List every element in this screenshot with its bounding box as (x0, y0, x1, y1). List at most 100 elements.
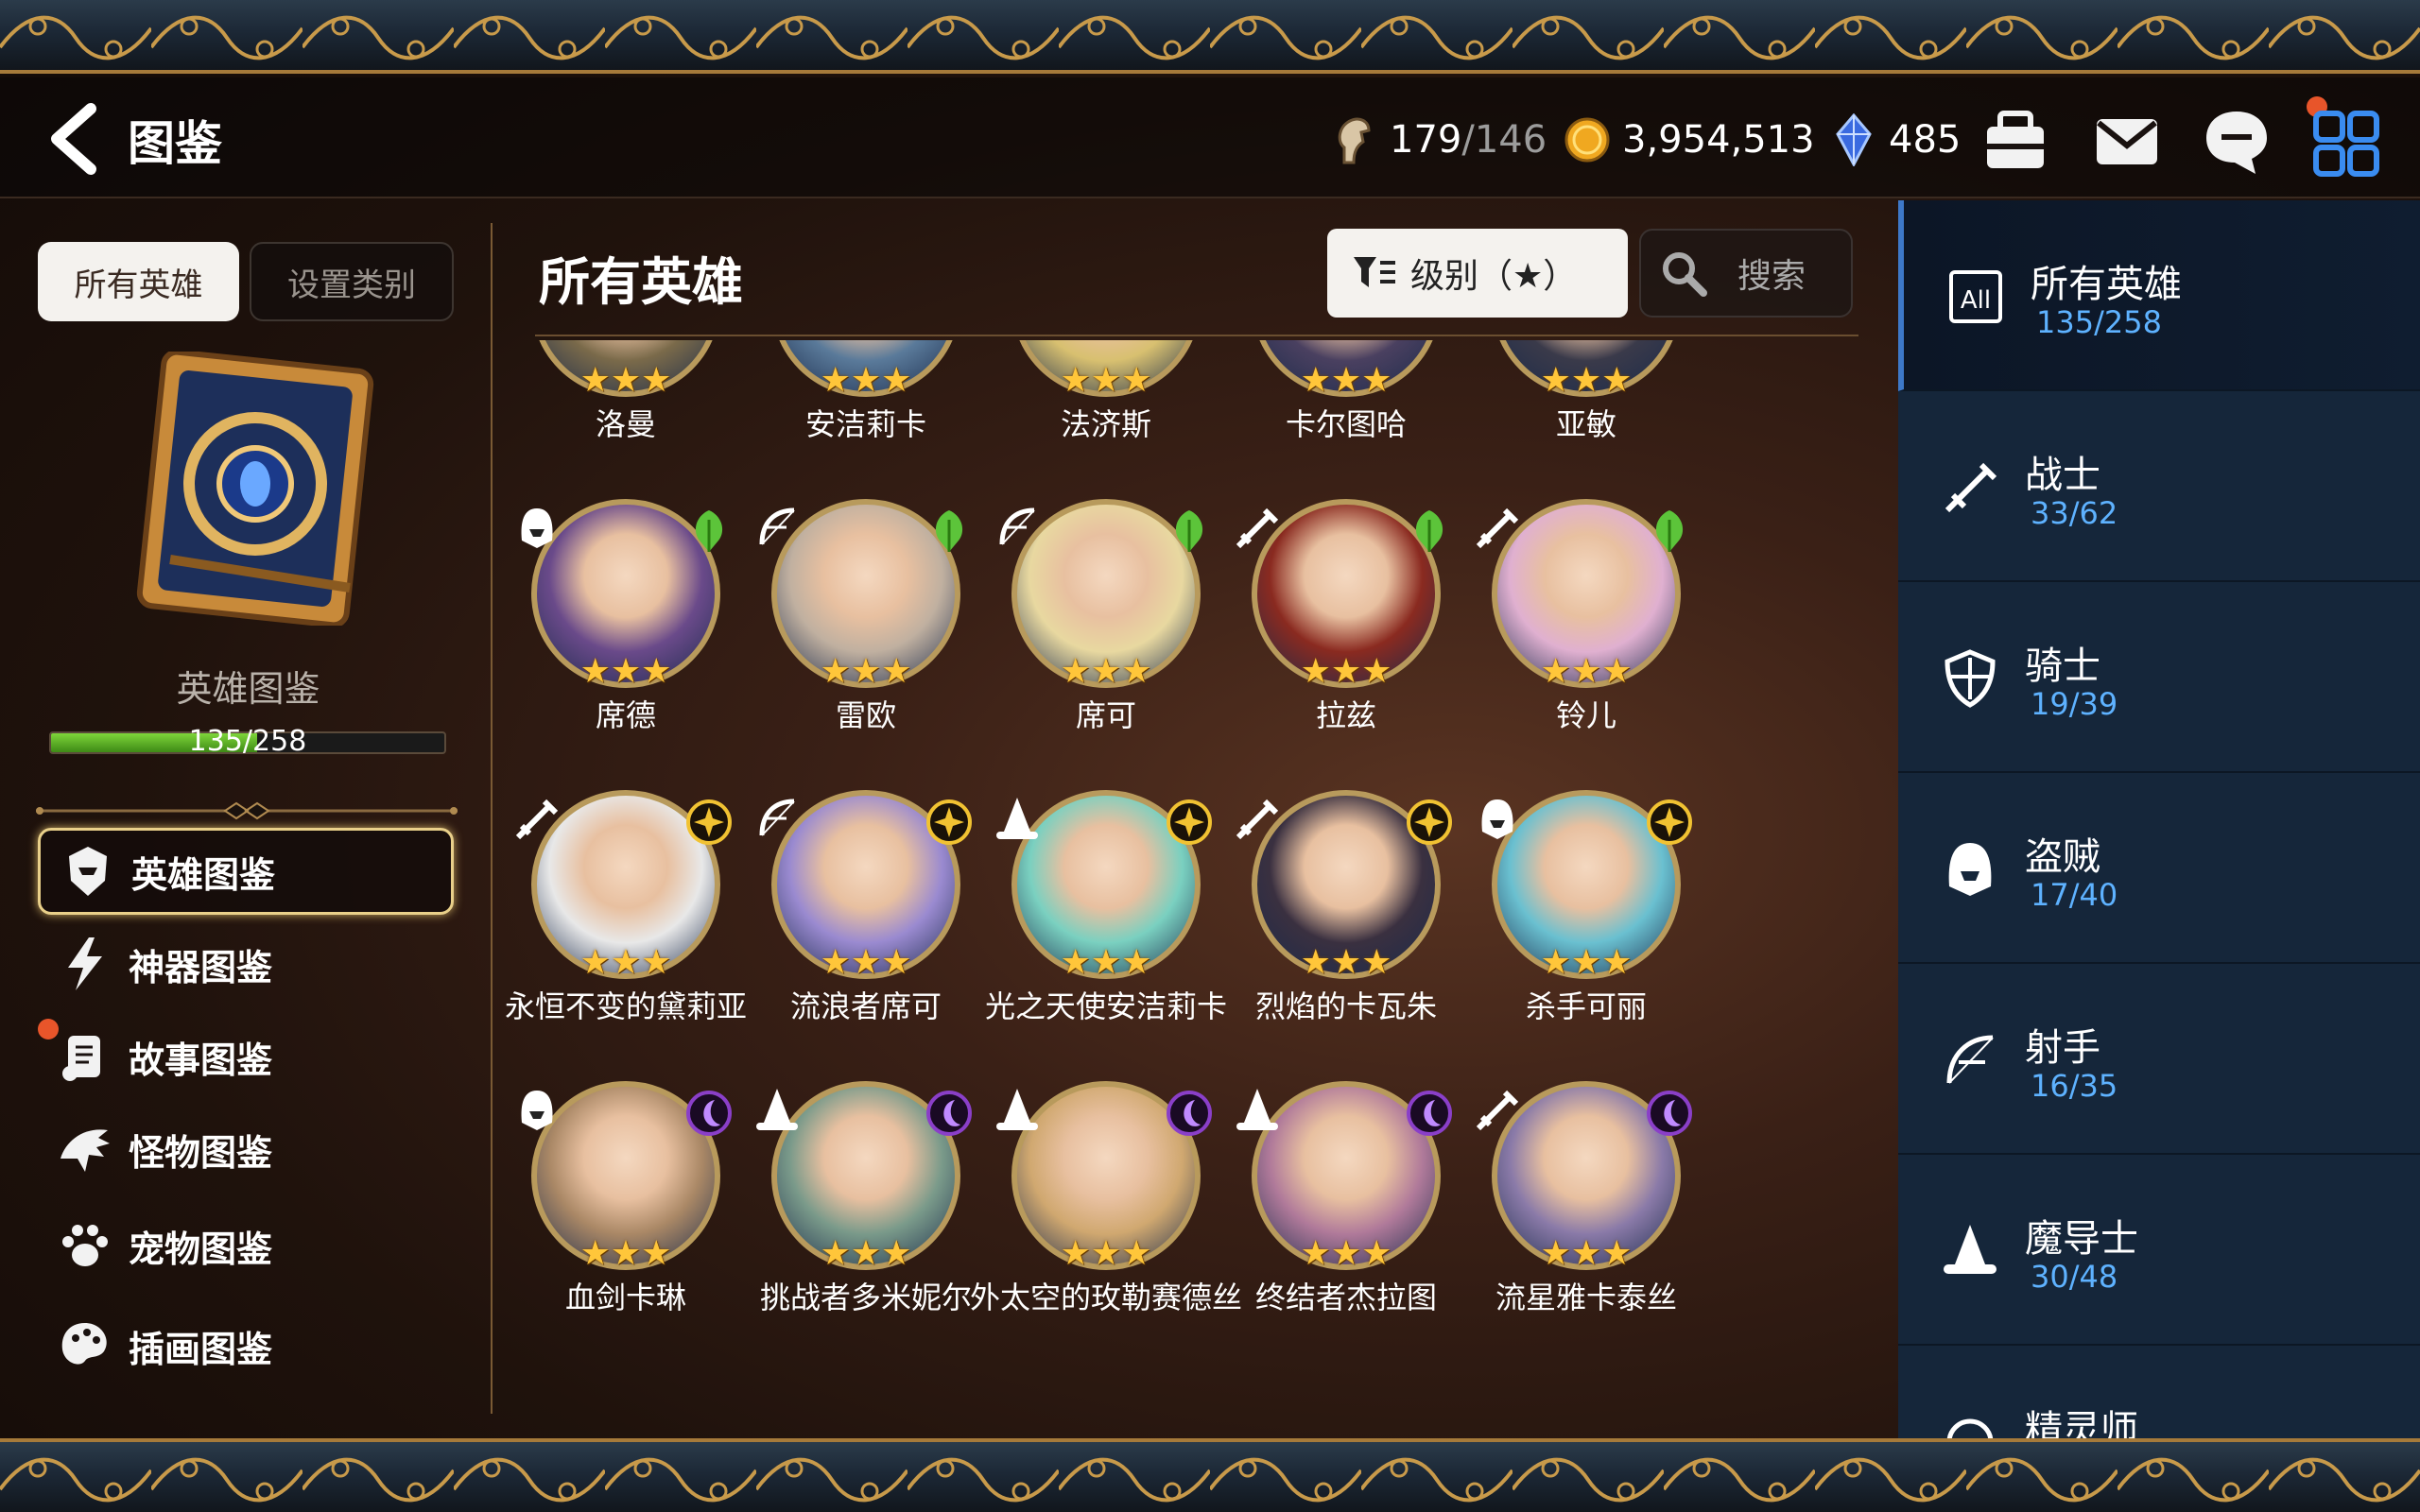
hero-card[interactable]: ★★★ 永恒不变的黛莉亚 (495, 790, 747, 1102)
sort-by-grade-button[interactable]: 级别（★） (1327, 229, 1628, 318)
hero-card[interactable]: ★★★ 流星雅卡泰丝 (1435, 1081, 1700, 1393)
earth-element-icon (1655, 510, 1684, 552)
thief-class-icon (521, 1091, 553, 1130)
hero-list-title: 所有英雄 (539, 252, 743, 312)
category-name: 魔导士 (2025, 1217, 2138, 1261)
category-name: 骑士 (2025, 644, 2100, 688)
hero-card[interactable]: ★★★ 雷欧 (715, 499, 979, 811)
chat-icon[interactable] (2201, 106, 2273, 178)
hero-card[interactable]: ★★★ 亚敏 (1435, 340, 1700, 520)
hero-card[interactable]: ★★★ 安洁莉卡 (715, 340, 979, 520)
thief-class-icon (521, 508, 553, 548)
hero-stars: ★★★ (1522, 361, 1651, 400)
hood-icon (1948, 843, 1992, 896)
star-rating-text: ★★★ (820, 361, 912, 400)
hero-card[interactable]: ★★★ 流浪者席可 (715, 790, 979, 1102)
star-rating-text: ★★★ (1060, 361, 1152, 400)
category-item[interactable]: 魔导士 30/48 (1898, 1155, 2420, 1346)
svg-text:All: All (1961, 286, 1991, 315)
star-rating-text: ★★★ (1540, 361, 1633, 400)
hero-stars: ★★★ (1282, 943, 1410, 982)
hero-card[interactable]: ★★★ 席可 (955, 499, 1219, 811)
category-name: 所有英雄 (2031, 263, 2182, 306)
hero-card[interactable]: ★★★ 法济斯 (955, 340, 1219, 520)
hero-card[interactable]: ★★★ 洛曼 (495, 340, 739, 520)
wizard-hat-icon (1944, 1225, 1996, 1274)
nav-illustration-codex[interactable]: 插画图鉴 (38, 1302, 454, 1389)
nav-hero-codex[interactable]: 英雄图鉴 (38, 828, 454, 915)
star-rating-text: ★★★ (1060, 943, 1152, 982)
hero-grid: ★★★ 洛曼 ★★★ 安洁莉卡 ★★★ 法济斯 ★★★ 卡尔图哈 ★★★ 亚敏 ★★★ 席德 ★★★ 雷欧… (495, 340, 1902, 1436)
archer-class-icon (759, 507, 795, 545)
nav-monster-codex[interactable]: 怪物图鉴 (38, 1106, 454, 1193)
category-item[interactable]: 精灵师 (1898, 1346, 2420, 1438)
hero-stars: ★★★ (802, 1234, 930, 1273)
hero-card[interactable]: ★★★ 挑战者多米妮尔 (715, 1081, 979, 1393)
spirit-icon (1946, 1418, 1994, 1438)
hero-stars: ★★★ (1522, 1234, 1651, 1273)
category-item[interactable]: All 所有英雄 135/258 (1898, 200, 2420, 391)
nav-label: 插画图鉴 (129, 1328, 273, 1370)
category-count: 135/258 (2036, 304, 2162, 340)
category-count: 33/62 (2031, 495, 2118, 531)
star-rating-text: ★★★ (1540, 1234, 1633, 1273)
crystal-counter[interactable]: 485 (1830, 113, 1961, 166)
category-item[interactable]: 射手 16/35 (1898, 964, 2420, 1155)
warrior-class-icon (515, 799, 559, 840)
hero-stars: ★★★ (802, 652, 930, 691)
main-menu-grid-icon[interactable] (2310, 108, 2382, 180)
sort-filter-icon (1354, 257, 1395, 287)
nav-label: 英雄图鉴 (131, 853, 276, 896)
hero-stars: ★★★ (1042, 943, 1170, 982)
hero-card[interactable]: ★★★ 铃儿 (1435, 499, 1700, 811)
search-button[interactable]: 搜索 (1639, 229, 1853, 318)
category-name: 精灵师 (2025, 1408, 2138, 1438)
star-rating-text: ★★★ (1540, 943, 1633, 982)
star-rating-text: ★★★ (579, 361, 672, 400)
hero-stars: ★★★ (1042, 652, 1170, 691)
star-rating-text: ★★★ (1300, 652, 1392, 691)
mail-icon[interactable] (2091, 106, 2163, 178)
dragon-icon (60, 1129, 110, 1172)
hero-card[interactable]: ★★★ 烈焰的卡瓦朱 (1195, 790, 1460, 1102)
warrior-class-icon (1236, 507, 1279, 549)
star-rating-text: ★★★ (579, 1234, 672, 1273)
hero-slot-value: 179 (1390, 118, 1462, 162)
mage-class-icon (996, 1089, 1038, 1130)
tab-set-category[interactable]: 设置类别 (250, 242, 454, 321)
hero-card[interactable]: ★★★ 杀手可丽 (1435, 790, 1700, 1102)
hero-card[interactable]: ★★★ 光之天使安洁莉卡 (955, 790, 1227, 1102)
back-arrow-icon[interactable] (36, 101, 112, 177)
gold-counter[interactable]: 3,954,513 (1564, 113, 1815, 166)
star-rating-text: ★★★ (820, 1234, 912, 1273)
hero-card[interactable]: ★★★ 血剑卡琳 (495, 1081, 739, 1393)
light-element-icon (1647, 799, 1692, 845)
hero-slot-counter[interactable]: 179 /146 (1331, 113, 1547, 166)
bow-icon (1946, 1035, 1994, 1084)
tab-all-heroes[interactable]: 所有英雄 (38, 242, 239, 321)
hero-card[interactable]: ★★★ 终结者杰拉图 (1195, 1081, 1460, 1393)
dark-element-icon (1647, 1091, 1692, 1136)
gold-value: 3,954,513 (1622, 118, 1815, 162)
hero-card[interactable]: ★★★ 卡尔图哈 (1195, 340, 1460, 520)
star-rating-text: ★★★ (1300, 361, 1392, 400)
hero-stars: ★★★ (562, 943, 690, 982)
nav-label: 故事图鉴 (129, 1039, 273, 1081)
hero-card[interactable]: ★★★ 席德 (495, 499, 739, 811)
star-rating-text: ★★★ (579, 943, 672, 982)
category-item[interactable]: 骑士 19/39 (1898, 582, 2420, 773)
nav-artifact-codex[interactable]: 神器图鉴 (38, 920, 454, 1007)
hero-name: 杀手可丽 (1525, 988, 1647, 1024)
category-item[interactable]: 盗贼 17/40 (1898, 773, 2420, 964)
hero-card[interactable]: ★★★ 外太空的玫勒赛德丝 (955, 1081, 1242, 1393)
ornate-top-border (0, 0, 2420, 74)
star-rating-text: ★★★ (1540, 652, 1633, 691)
nav-pet-codex[interactable]: 宠物图鉴 (38, 1202, 454, 1289)
codex-progress-text: 135/258 (188, 725, 307, 758)
category-item[interactable]: 战士 33/62 (1898, 391, 2420, 582)
category-name: 战士 (2025, 454, 2100, 497)
nav-story-codex[interactable]: 故事图鉴 (38, 1013, 454, 1100)
hero-card[interactable]: ★★★ 拉兹 (1195, 499, 1460, 811)
inventory-bag-icon[interactable] (1979, 106, 2051, 178)
crystal-value: 485 (1889, 118, 1962, 162)
